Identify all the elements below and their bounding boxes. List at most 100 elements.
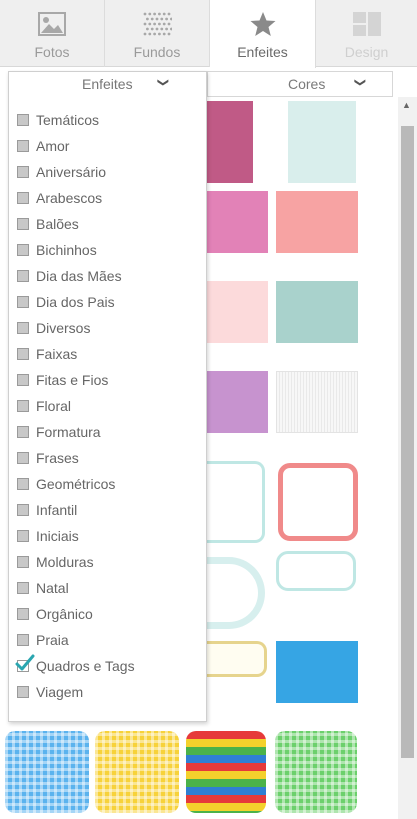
category-option[interactable]: Frases (9, 446, 206, 472)
category-select-value: Enfeites (82, 76, 133, 92)
ornament-tile-frame-coral[interactable] (278, 463, 358, 541)
category-checkbox[interactable] (17, 296, 29, 308)
tab-enfeites[interactable]: Enfeites (210, 0, 316, 68)
tab-fotos[interactable]: Fotos (0, 0, 105, 67)
category-option-label: Infantil (36, 502, 78, 518)
category-checkbox[interactable] (17, 114, 29, 126)
category-option-label: Viagem (36, 684, 84, 700)
category-option[interactable]: Balões (9, 212, 206, 238)
ornament-tile-frame-yellow[interactable] (207, 641, 267, 677)
category-checkbox[interactable] (17, 556, 29, 568)
category-option[interactable]: Viagem (9, 680, 206, 706)
category-option-label: Arabescos (36, 190, 103, 206)
category-option[interactable]: Temáticos (9, 108, 206, 134)
chevron-down-icon: ❯ (354, 77, 367, 88)
category-option-label: Geométricos (36, 476, 116, 492)
ornament-tile-blush[interactable] (207, 281, 268, 343)
category-option[interactable]: Infantil (9, 498, 206, 524)
category-checkbox[interactable] (17, 400, 29, 412)
category-checkbox[interactable] (17, 140, 29, 152)
ornament-tile-stripes[interactable] (186, 731, 266, 813)
category-select[interactable]: Enfeites ❯ (9, 72, 206, 98)
category-checkbox[interactable] (17, 374, 29, 386)
category-option[interactable]: Iniciais (9, 524, 206, 550)
category-option-label: Faixas (36, 346, 78, 362)
ornament-tile-mint-paper[interactable] (288, 101, 356, 183)
ornament-tile-gingham-blue[interactable] (5, 731, 89, 813)
category-option[interactable]: Praia (9, 628, 206, 654)
category-option[interactable]: Faixas (9, 342, 206, 368)
ornament-tile-frame-mint[interactable] (207, 461, 265, 543)
category-option-label: Molduras (36, 554, 94, 570)
category-checkbox[interactable] (17, 530, 29, 542)
category-checkbox[interactable] (17, 218, 29, 230)
category-checkbox[interactable] (17, 582, 29, 594)
chevron-down-icon: ❯ (157, 77, 170, 88)
category-option[interactable]: Arabescos (9, 186, 206, 212)
tab-fotos-label: Fotos (34, 44, 70, 60)
category-option[interactable]: Quadros e Tags (9, 654, 206, 680)
category-option-label: Amor (36, 138, 70, 154)
category-option-label: Aniversário (36, 164, 107, 180)
dot-pattern-icon (143, 12, 172, 36)
color-select[interactable]: Cores ❯ (207, 71, 393, 97)
category-checkbox[interactable] (17, 192, 29, 204)
category-option[interactable]: Diversos (9, 316, 206, 342)
ornaments-panel: Fotos Fundos Enfeites Design Cores ❯ ▲ E… (0, 0, 417, 819)
scroll-up-icon[interactable]: ▲ (402, 100, 411, 110)
category-checkbox[interactable] (17, 504, 29, 516)
category-option[interactable]: Dia das Mães (9, 264, 206, 290)
category-checkbox[interactable] (17, 478, 29, 490)
category-option[interactable]: Formatura (9, 420, 206, 446)
category-option[interactable]: Orgânico (9, 602, 206, 628)
tab-bar: Fotos Fundos Enfeites Design (0, 0, 417, 68)
category-dropdown-menu: Enfeites ❯ Temáticos Amor Aniversário Arabe… (8, 71, 207, 722)
category-option-label: Praia (36, 632, 69, 648)
ornament-tile-blue[interactable] (276, 641, 358, 703)
category-checkbox[interactable] (17, 426, 29, 438)
tab-fundos-label: Fundos (133, 44, 181, 60)
category-option[interactable]: Natal (9, 576, 206, 602)
category-option[interactable]: Molduras (9, 550, 206, 576)
category-option[interactable]: Amor (9, 134, 206, 160)
image-icon (38, 12, 66, 36)
category-option-label: Diversos (36, 320, 91, 336)
category-option-label: Bichinhos (36, 242, 97, 258)
tab-enfeites-label: Enfeites (237, 44, 288, 60)
ornament-tile-white-texture[interactable] (276, 371, 358, 433)
category-option-label: Dia das Mães (36, 268, 122, 284)
category-option[interactable]: Aniversário (9, 160, 206, 186)
ornament-tile-scalloped-frame[interactable] (207, 557, 265, 629)
ornament-tile-sage[interactable] (276, 281, 358, 343)
category-checkbox[interactable] (17, 348, 29, 360)
category-checkbox[interactable] (17, 686, 29, 698)
category-checkbox[interactable] (17, 452, 29, 464)
category-checkbox[interactable] (17, 608, 29, 620)
category-option[interactable]: Geométricos (9, 472, 206, 498)
tab-design[interactable]: Design (316, 0, 417, 67)
ornament-tile-lilac[interactable] (207, 371, 268, 433)
grid-scrollbar[interactable]: ▲ (398, 97, 417, 819)
layout-icon (352, 12, 381, 36)
ornament-tile-pink-paper[interactable] (207, 101, 253, 183)
tab-fundos[interactable]: Fundos (105, 0, 210, 67)
category-option-label: Fitas e Fios (36, 372, 109, 388)
ornament-tile-label-frame[interactable] (276, 551, 356, 591)
ornament-tile-gingham-green[interactable] (275, 731, 357, 813)
category-checkbox[interactable] (17, 166, 29, 178)
category-option-label: Formatura (36, 424, 101, 440)
ornament-tile-gingham-yellow[interactable] (95, 731, 179, 813)
category-checkbox[interactable] (17, 322, 29, 334)
category-checkbox[interactable] (17, 634, 29, 646)
category-option-label: Orgânico (36, 606, 93, 622)
category-option[interactable]: Floral (9, 394, 206, 420)
category-option[interactable]: Fitas e Fios (9, 368, 206, 394)
category-checkbox[interactable] (17, 270, 29, 282)
category-checkbox[interactable] (17, 244, 29, 256)
category-option[interactable]: Bichinhos (9, 238, 206, 264)
category-option[interactable]: Dia dos Pais (9, 290, 206, 316)
ornament-tile-coral[interactable] (276, 191, 358, 253)
scroll-thumb[interactable] (401, 126, 414, 758)
ornament-tile-pink[interactable] (207, 191, 268, 253)
category-option-label: Iniciais (36, 528, 79, 544)
